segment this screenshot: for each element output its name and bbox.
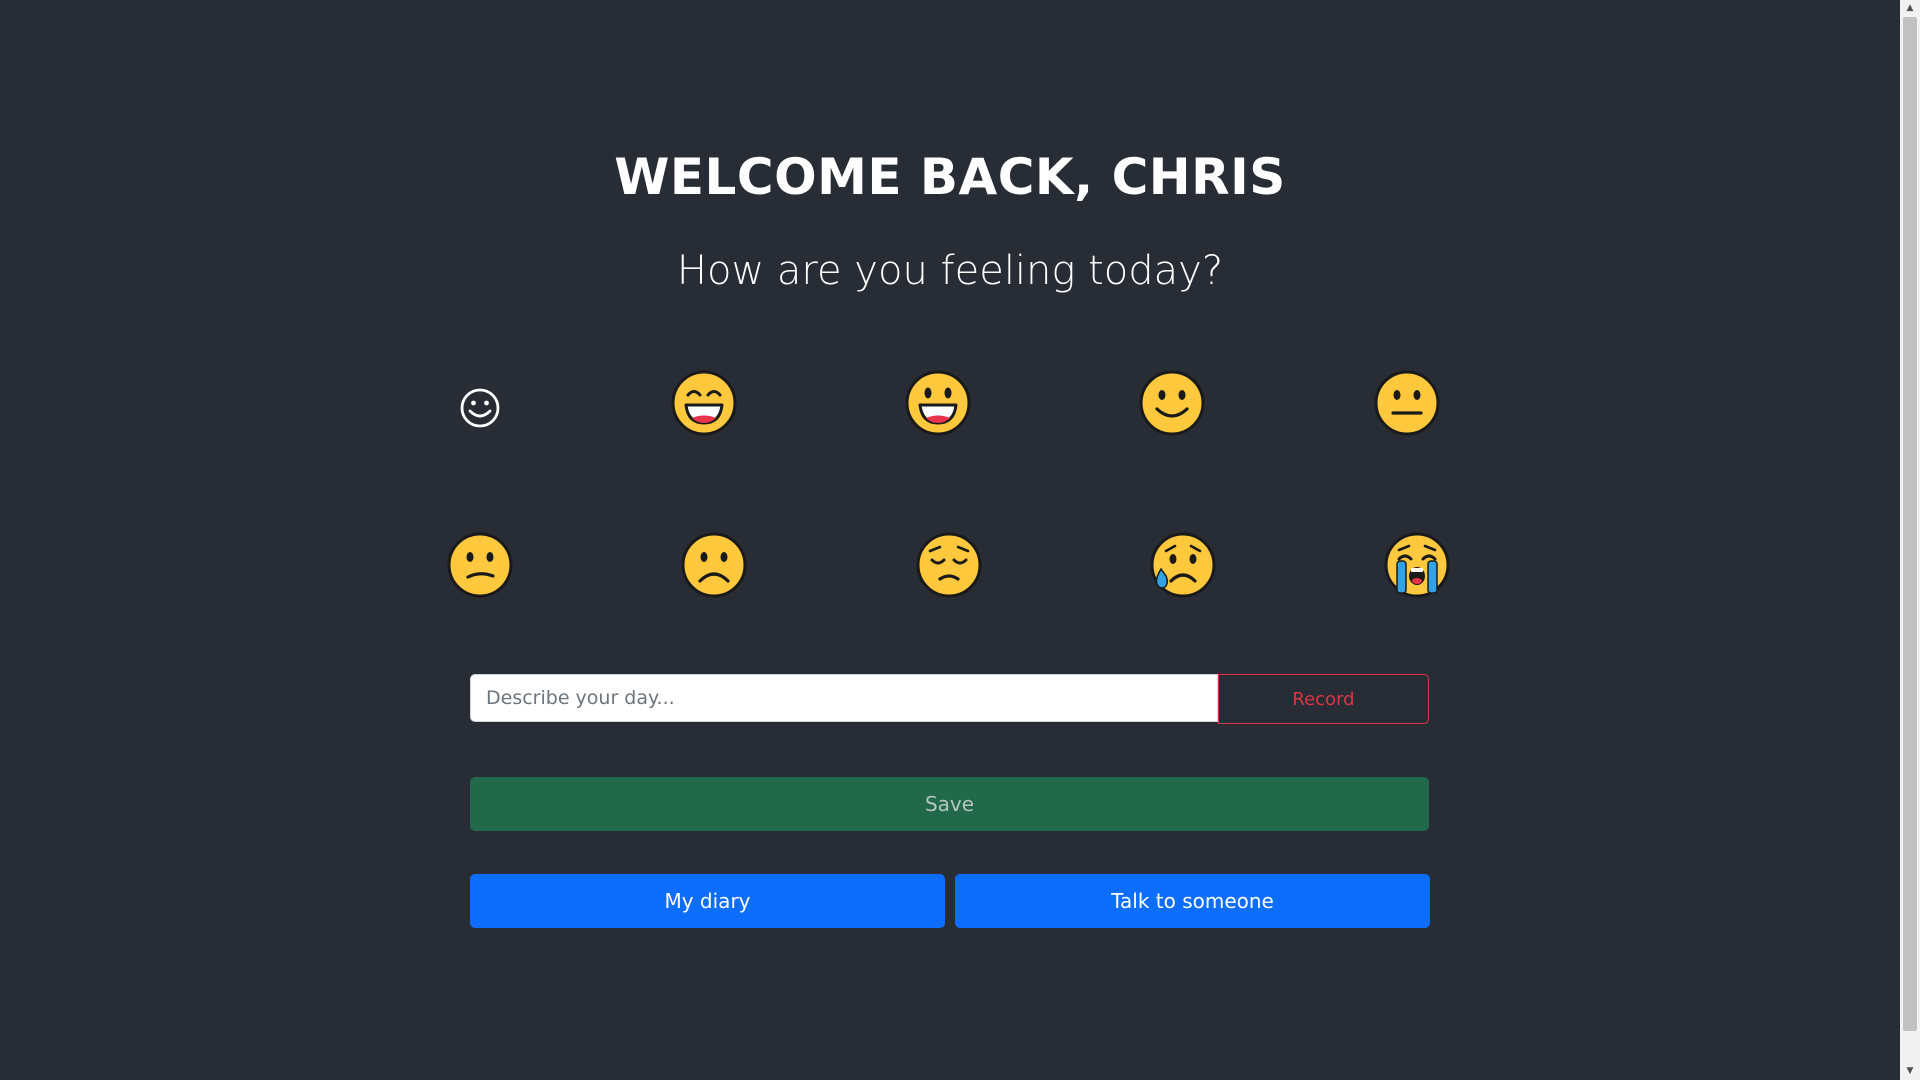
mood-page: WELCOME BACK, CHRIS How are you feeling … (0, 0, 1900, 1080)
frowning-face-icon[interactable] (680, 531, 748, 599)
record-button[interactable]: Record (1218, 674, 1429, 724)
slightly-smiling-face-icon[interactable] (1138, 369, 1206, 437)
talk-to-someone-button[interactable]: Talk to someone (955, 874, 1430, 928)
scroll-up-arrow-icon[interactable]: ▲ (1900, 0, 1920, 17)
neutral-face-icon[interactable] (1373, 369, 1441, 437)
grinning-smiling-eyes-icon[interactable] (670, 369, 738, 437)
save-button[interactable]: Save (470, 777, 1429, 831)
page-title: WELCOME BACK, CHRIS (614, 148, 1286, 206)
scrollbar-thumb[interactable] (1903, 17, 1917, 1031)
loudly-crying-face-icon[interactable] (1383, 531, 1451, 599)
page-subtitle: How are you feeling today? (676, 248, 1224, 294)
vertical-scrollbar[interactable]: ▲ ▼ (1900, 0, 1920, 1080)
describe-day-input[interactable] (470, 674, 1218, 722)
pensive-face-icon[interactable] (915, 531, 983, 599)
sad-relieved-face-icon[interactable] (1149, 531, 1217, 599)
my-diary-button[interactable]: My diary (470, 874, 945, 928)
smiling-face-outline-icon[interactable] (458, 386, 502, 430)
confused-face-icon[interactable] (446, 531, 514, 599)
grinning-face-icon[interactable] (904, 369, 972, 437)
scroll-down-arrow-icon[interactable]: ▼ (1900, 1063, 1920, 1080)
